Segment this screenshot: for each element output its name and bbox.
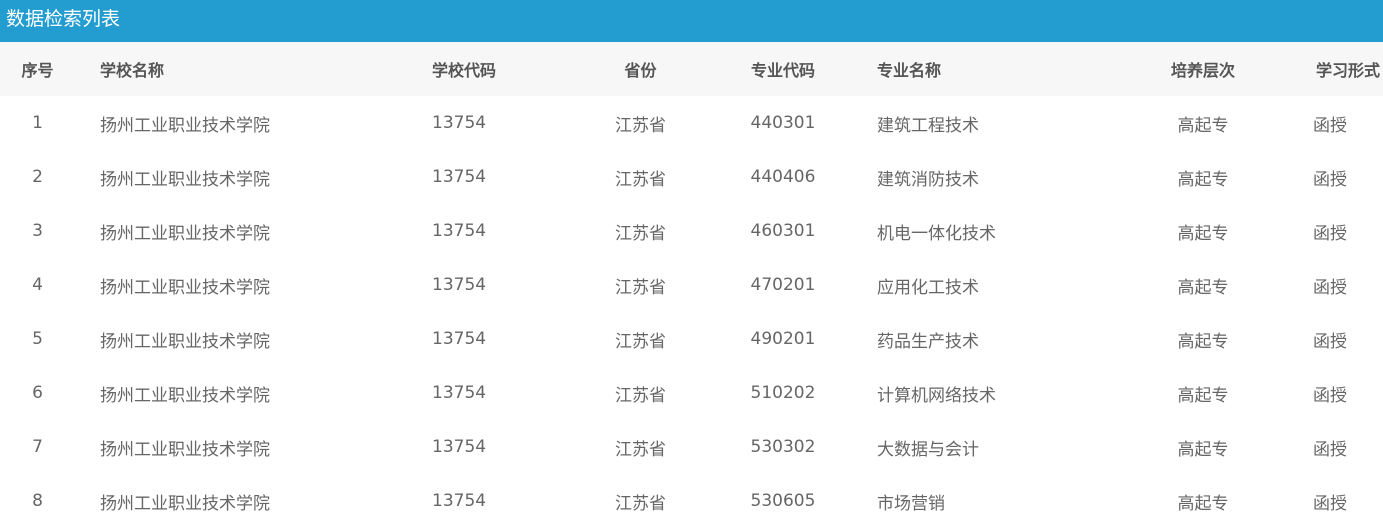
cell-school-code: 13754 [432,491,487,511]
cell-province: 江苏省 [615,223,666,244]
cell-major-name: 计算机网络技术 [877,385,996,406]
cell-school-code: 13754 [432,275,487,295]
cell-study-form: 函授 [1313,385,1347,406]
cell-major-code: 440301 [750,113,816,133]
cell-major-code: 440406 [750,167,816,187]
cell-major-code: 490201 [750,329,816,349]
cell-level: 高起专 [1177,331,1229,352]
header-school-name: 学校名称 [100,61,165,80]
cell-major-name: 建筑工程技术 [877,115,979,136]
cell-school-name: 扬州工业职业技术学院 [100,493,270,514]
cell-study-form: 函授 [1313,277,1347,298]
cell-school-name: 扬州工业职业技术学院 [100,439,270,460]
cell-major-name: 机电一体化技术 [877,223,996,244]
cell-index: 3 [32,221,43,241]
cell-school-code: 13754 [432,329,487,349]
cell-school-name: 扬州工业职业技术学院 [100,277,270,298]
cell-major-name: 药品生产技术 [877,331,979,352]
cell-index: 1 [32,113,43,133]
cell-major-name: 建筑消防技术 [877,169,979,190]
cell-school-code: 13754 [432,221,487,241]
cell-major-code: 530302 [750,437,816,457]
table-row: 6 扬州工业职业技术学院 13754 江苏省 510202 计算机网络技术 高起专 函授 [0,366,1383,420]
cell-school-code: 13754 [432,383,487,403]
table-header: 序号 学校名称 学校代码 省份 专业代码 专业名称 培养层次 学习形式 [0,42,1383,96]
header-study-form: 学习形式 [1315,61,1380,80]
cell-school-name: 扬州工业职业技术学院 [100,331,270,352]
cell-school-name: 扬州工业职业技术学院 [100,223,270,244]
table-row: 3 扬州工业职业技术学院 13754 江苏省 460301 机电一体化技术 高起专 函授 [0,204,1383,258]
cell-level: 高起专 [1177,115,1229,136]
cell-level: 高起专 [1177,493,1229,514]
cell-province: 江苏省 [615,331,666,352]
cell-school-name: 扬州工业职业技术学院 [100,115,270,136]
cell-school-code: 13754 [432,113,487,133]
table-body: 1 扬州工业职业技术学院 13754 江苏省 440301 建筑工程技术 高起专 函授 2 扬州工… [0,96,1383,528]
header-major-name: 专业名称 [877,61,942,80]
cell-major-name: 大数据与会计 [877,439,979,460]
table-row: 4 扬州工业职业技术学院 13754 江苏省 470201 应用化工技术 高起专 函授 [0,258,1383,312]
cell-province: 江苏省 [615,493,666,514]
cell-school-name: 扬州工业职业技术学院 [100,385,270,406]
header-row: 序号 学校名称 学校代码 省份 专业代码 专业名称 培养层次 学习形式 [0,42,1383,96]
table-row: 8 扬州工业职业技术学院 13754 江苏省 530605 市场营销 高起专 函授 [0,474,1383,528]
panel-title: 数据检索列表 [0,0,1383,42]
header-level: 培养层次 [1170,61,1235,80]
cell-index: 5 [32,329,43,349]
results-table: 序号 学校名称 学校代码 省份 专业代码 专业名称 培养层次 学习形式 1 扬州工… [0,42,1383,528]
cell-major-code: 460301 [750,221,816,241]
cell-major-code: 470201 [750,275,816,295]
cell-province: 江苏省 [615,115,666,136]
table-row: 5 扬州工业职业技术学院 13754 江苏省 490201 药品生产技术 高起专 函授 [0,312,1383,366]
cell-level: 高起专 [1177,439,1229,460]
header-school-code: 学校代码 [432,61,497,80]
cell-index: 4 [32,275,43,295]
cell-school-name: 扬州工业职业技术学院 [100,169,270,190]
cell-province: 江苏省 [615,169,666,190]
table-row: 2 扬州工业职业技术学院 13754 江苏省 440406 建筑消防技术 高起专 函授 [0,150,1383,204]
cell-study-form: 函授 [1313,223,1347,244]
cell-study-form: 函授 [1313,331,1347,352]
cell-study-form: 函授 [1313,169,1347,190]
cell-province: 江苏省 [615,439,666,460]
cell-level: 高起专 [1177,169,1229,190]
table-row: 7 扬州工业职业技术学院 13754 江苏省 530302 大数据与会计 高起专 函授 [0,420,1383,474]
cell-index: 7 [32,437,43,457]
cell-major-name: 应用化工技术 [877,277,979,298]
cell-study-form: 函授 [1313,439,1347,460]
cell-index: 8 [32,491,43,511]
cell-school-code: 13754 [432,437,487,457]
cell-school-code: 13754 [432,167,487,187]
cell-study-form: 函授 [1313,115,1347,136]
cell-level: 高起专 [1177,223,1229,244]
cell-level: 高起专 [1177,385,1229,406]
header-major-code: 专业代码 [750,61,815,80]
cell-index: 6 [32,383,43,403]
cell-province: 江苏省 [615,277,666,298]
header-province: 省份 [624,61,657,80]
header-index: 序号 [21,61,54,80]
cell-major-name: 市场营销 [877,493,945,514]
cell-study-form: 函授 [1313,493,1347,514]
cell-index: 2 [32,167,43,187]
cell-major-code: 510202 [750,383,816,403]
cell-province: 江苏省 [615,385,666,406]
cell-level: 高起专 [1177,277,1229,298]
cell-major-code: 530605 [750,491,816,511]
table-row: 1 扬州工业职业技术学院 13754 江苏省 440301 建筑工程技术 高起专 函授 [0,96,1383,150]
